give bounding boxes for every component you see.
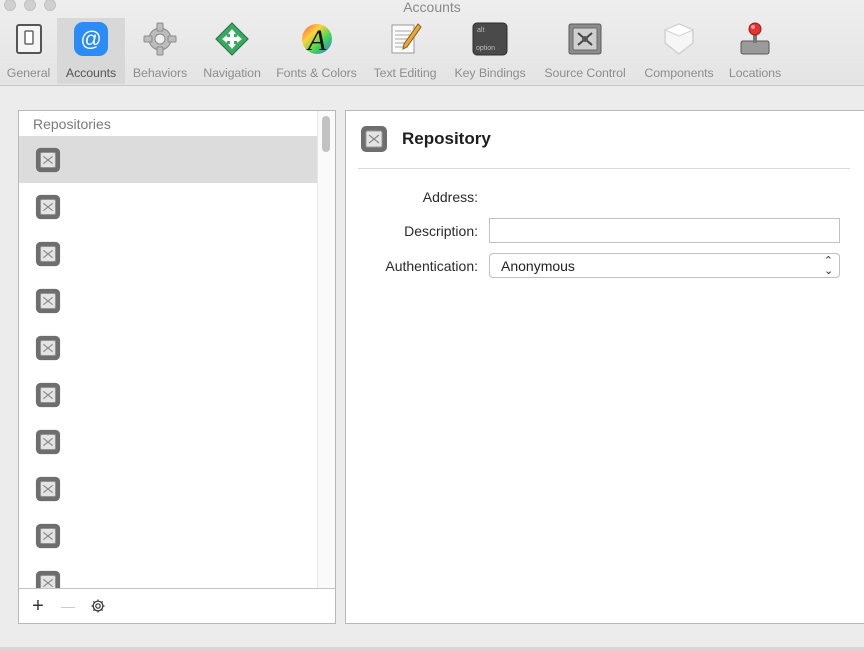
tab-fonts-colors-label: Fonts & Colors [276,66,357,80]
repository-row[interactable] [19,371,317,418]
repository-icon [35,570,61,589]
repositories-pane: Repositories + — [18,110,336,624]
repositories-list[interactable] [19,136,317,589]
accounts-icon: @ [72,20,110,58]
repository-title: Repository [402,129,491,148]
keycap-alt-label: alt [477,27,484,34]
chevron-up-down-icon: ⌃ ⌃ [823,255,833,276]
tab-fonts-colors[interactable]: A Fonts & Colors [269,18,364,84]
tab-key-bindings[interactable]: alt option Key Bindings [446,18,534,84]
text-editing-icon [386,20,424,58]
tab-key-bindings-label: Key Bindings [454,66,526,80]
description-field[interactable] [489,218,840,243]
tab-general[interactable]: General [0,18,57,84]
gear-icon [141,20,179,58]
scrollbar-thumb[interactable] [322,116,330,152]
repository-row[interactable] [19,136,317,183]
tab-behaviors-label: Behaviors [132,66,188,80]
key-bindings-icon: alt option [471,20,509,58]
authentication-value: Anonymous [501,257,575,274]
address-label: Address: [422,189,478,205]
svg-text:@: @ [80,28,101,51]
tab-text-editing[interactable]: Text Editing [364,18,446,84]
repositories-header: Repositories [33,116,111,132]
svg-text:A: A [305,24,326,57]
repository-row[interactable] [19,465,317,512]
repository-heading: Repository [360,125,491,153]
repository-icon [35,194,61,219]
repository-row[interactable] [19,183,317,230]
keycap-option-label: option [476,45,495,52]
repository-row[interactable] [19,418,317,465]
repository-icon [35,382,61,407]
repository-row[interactable] [19,324,317,371]
tab-locations-label: Locations [728,66,782,80]
tab-navigation-label: Navigation [203,66,261,80]
fonts-colors-icon: A [298,20,336,58]
repository-row[interactable] [19,559,317,589]
preferences-toolbar: General @ Accounts Behaviors Navigation … [0,18,788,84]
general-icon [10,20,48,58]
list-actions-bar: + — [19,588,335,623]
repository-icon [35,523,61,548]
tab-accounts[interactable]: @ Accounts [57,18,125,84]
source-control-icon [566,20,604,58]
title-bar: Accounts General @ Accounts Behaviors Na… [0,0,864,86]
components-icon [660,20,698,58]
window-title: Accounts [403,0,461,15]
repository-icon [35,288,61,313]
authentication-label: Authentication: [385,258,478,274]
gear-icon[interactable] [87,595,109,617]
tab-general-label: General [6,66,51,80]
tab-navigation[interactable]: Navigation [195,18,269,84]
repository-icon [35,476,61,501]
remove-repository-button[interactable]: — [57,595,79,617]
accounts-content: Repositories + — Repository Address: Des… [0,87,864,651]
tab-text-editing-label: Text Editing [373,66,437,80]
tab-source-control[interactable]: Source Control [534,18,636,84]
repository-icon [35,429,61,454]
locations-icon [736,20,774,58]
navigation-icon [213,20,251,58]
description-label: Description: [404,223,478,239]
repository-row[interactable] [19,230,317,277]
tab-components[interactable]: Components [636,18,722,84]
tab-locations[interactable]: Locations [722,18,788,84]
repository-icon [35,147,61,172]
repository-row[interactable] [19,512,317,559]
repository-detail-pane: Repository Address: Description: Authent… [345,110,864,624]
repository-row[interactable] [19,277,317,324]
tab-behaviors[interactable]: Behaviors [125,18,195,84]
tab-source-control-label: Source Control [544,66,626,80]
tab-components-label: Components [644,66,714,80]
tab-accounts-label: Accounts [65,66,117,80]
repository-icon [361,126,387,152]
header-divider [358,168,850,169]
repository-icon [35,241,61,266]
window-bottom-edge [0,647,864,651]
authentication-select[interactable]: Anonymous ⌃ ⌃ [489,253,840,278]
add-repository-button[interactable]: + [27,595,49,617]
list-scrollbar[interactable] [317,111,335,589]
repository-icon [35,335,61,360]
